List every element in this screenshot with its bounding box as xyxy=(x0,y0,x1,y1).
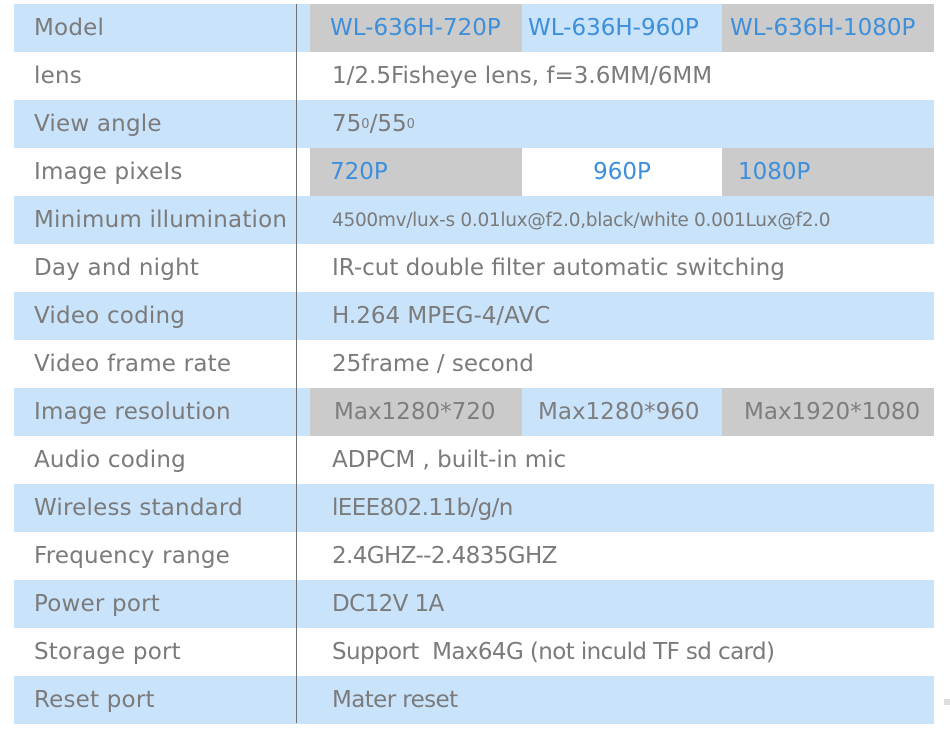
resolution-720p: Max1280*720 xyxy=(310,388,522,436)
spec-row-reset-port: Reset port Mater reset xyxy=(14,676,934,724)
spec-value: IR-cut double filter automatic switching xyxy=(332,255,785,281)
model-720p: WL-636H-720P xyxy=(310,4,522,52)
spec-row-image-pixels: Image pixeIs 720P 960P 1080P xyxy=(14,148,934,196)
spec-value: 2.4GHZ--2.4835GHZ xyxy=(332,543,557,569)
spec-label: Reset port xyxy=(34,687,155,713)
spec-value: DC12V 1A xyxy=(332,591,444,617)
spec-row-lens: lens 1/2.5Fisheye lens, f=3.6MM/6MM xyxy=(14,52,934,100)
spec-row-audio-coding: Audio coding ADPCM , built-in mic xyxy=(14,436,934,484)
resolution-1080p: Max1920*1080 xyxy=(722,388,934,436)
spec-label: Wireless standard xyxy=(34,495,243,521)
spec-row-video-coding: Video coding H.264 MPEG-4/AVC xyxy=(14,292,934,340)
spec-value: ADPCM , built-in mic xyxy=(332,447,567,473)
pixels-720p: 720P xyxy=(310,148,522,196)
spec-label: Frequency range xyxy=(34,543,231,569)
spec-label: Audio coding xyxy=(34,447,186,473)
spec-label: Video frame rate xyxy=(34,351,232,377)
column-divider xyxy=(296,4,297,723)
degree-mark: 0 xyxy=(361,116,370,132)
spec-row-view-angle: View angle 75 0/55 0 xyxy=(14,100,934,148)
image-resolution-values: Max1280*720 Max1280*960 Max1920*1080 xyxy=(310,388,934,436)
model-1080p: WL-636H-1080P xyxy=(722,4,934,52)
model-values: WL-636H-720P WL-636H-960P WL-636H-1080P xyxy=(310,4,934,52)
spec-label: Model xyxy=(34,15,105,41)
spec-value: Mater reset xyxy=(332,687,458,713)
image-pixels-values: 720P 960P 1080P xyxy=(310,148,934,196)
view-angle-b: 55 xyxy=(377,111,407,137)
spec-row-power-port: Power port DC12V 1A xyxy=(14,580,934,628)
spec-label: Image resolution xyxy=(34,399,231,425)
spec-row-image-resolution: Image resolution Max1280*720 Max1280*960… xyxy=(14,388,934,436)
spec-table: Model WL-636H-720P WL-636H-960P WL-636H-… xyxy=(14,4,934,724)
view-angle-sep: / xyxy=(369,111,378,137)
spec-label: Power port xyxy=(34,591,160,617)
spec-label: Video coding xyxy=(34,303,186,329)
spec-row-video-frame-rate: Video frame rate 25frame / second xyxy=(14,340,934,388)
spec-label: Minimum illumination xyxy=(34,207,288,233)
spec-value: 4500mv/lux-s 0.01lux@f2.0,black/white 0.… xyxy=(332,209,831,231)
spec-label: Image pixeIs xyxy=(34,159,183,185)
spec-value: 25frame / second xyxy=(332,351,534,377)
spec-label: Day and night xyxy=(34,255,200,281)
resolution-960p: Max1280*960 xyxy=(522,388,722,436)
decorative-mark xyxy=(944,699,950,705)
degree-mark: 0 xyxy=(406,116,415,132)
spec-value: lEEE802.11b/g/n xyxy=(332,495,513,521)
spec-value: 1/2.5Fisheye lens, f=3.6MM/6MM xyxy=(332,63,713,89)
spec-value: Support Max64G (not inculd TF sd card) xyxy=(332,639,775,665)
spec-value: 75 0/55 0 xyxy=(310,100,934,148)
pixels-960p: 960P xyxy=(522,148,722,196)
spec-label: Storage port xyxy=(34,639,181,665)
spec-label: View angle xyxy=(34,111,162,137)
spec-row-minimum-illumination: Minimum illumination 4500mv/lux-s 0.01lu… xyxy=(14,196,934,244)
pixels-1080p: 1080P xyxy=(722,148,934,196)
spec-row-storage-port: Storage port Support Max64G (not inculd … xyxy=(14,628,934,676)
spec-label: lens xyxy=(34,63,82,89)
spec-row-day-and-night: Day and night IR-cut double filter autom… xyxy=(14,244,934,292)
model-960p: WL-636H-960P xyxy=(522,4,722,52)
view-angle-a: 75 xyxy=(332,111,362,137)
spec-row-model: Model WL-636H-720P WL-636H-960P WL-636H-… xyxy=(14,4,934,52)
spec-value: H.264 MPEG-4/AVC xyxy=(332,303,551,329)
spec-row-frequency-range: Frequency range 2.4GHZ--2.4835GHZ xyxy=(14,532,934,580)
spec-row-wireless-standard: Wireless standard lEEE802.11b/g/n xyxy=(14,484,934,532)
